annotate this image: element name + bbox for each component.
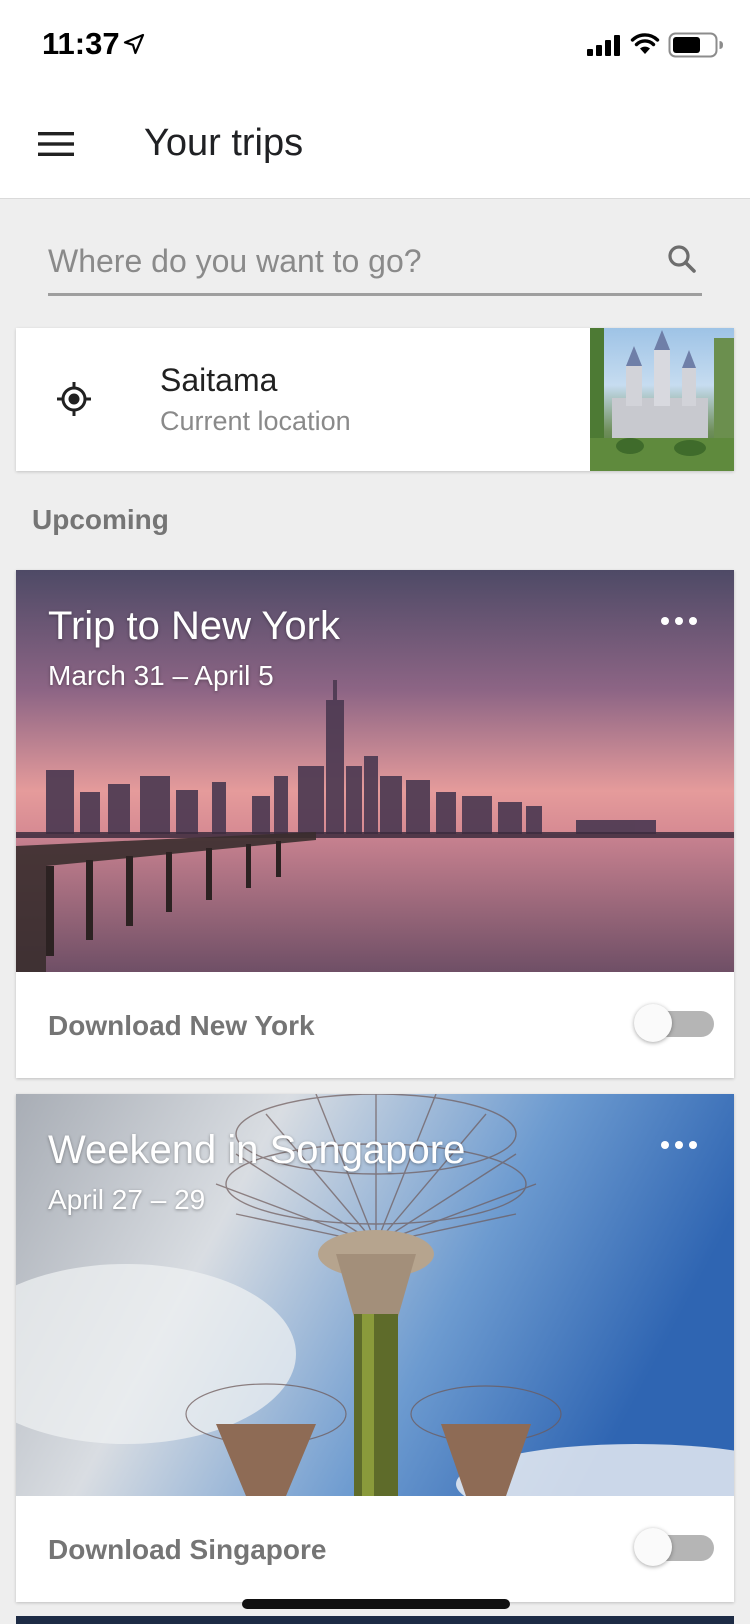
search-icon[interactable] bbox=[666, 243, 698, 275]
trip-image-singapore[interactable]: Weekend in Songapore April 27 – 29 bbox=[16, 1094, 734, 1496]
current-location-card[interactable]: Saitama Current location bbox=[16, 328, 734, 471]
search-input[interactable] bbox=[48, 236, 628, 286]
trip-dates: March 31 – April 5 bbox=[48, 660, 274, 691]
page-title: Your trips bbox=[144, 122, 304, 164]
download-toggle[interactable] bbox=[634, 1002, 714, 1044]
location-subtitle: Current location bbox=[160, 406, 351, 436]
battery-icon bbox=[668, 32, 723, 58]
trip-dates: April 27 – 29 bbox=[48, 1184, 206, 1215]
status-time: 11:37 bbox=[42, 26, 120, 61]
app-bar: Your trips bbox=[0, 92, 750, 199]
location-thumbnail bbox=[590, 328, 734, 471]
trip-image-new-york[interactable]: Trip to New York March 31 – April 5 bbox=[16, 570, 734, 972]
download-label: Download Singapore bbox=[48, 1534, 327, 1565]
next-trip-card-peek[interactable] bbox=[16, 1616, 734, 1624]
more-options-icon[interactable] bbox=[660, 1138, 698, 1152]
trip-title: Trip to New York bbox=[48, 604, 340, 648]
cellular-signal-icon bbox=[587, 35, 620, 56]
trip-card[interactable]: Trip to New York March 31 – April 5 Down… bbox=[16, 570, 734, 1078]
home-indicator bbox=[242, 1599, 510, 1609]
more-options-icon[interactable] bbox=[660, 614, 698, 628]
status-bar: 11:37 bbox=[0, 0, 750, 92]
download-toggle[interactable] bbox=[634, 1526, 714, 1568]
download-label: Download New York bbox=[48, 1010, 315, 1041]
location-arrow-icon bbox=[123, 33, 145, 55]
section-label-upcoming: Upcoming bbox=[32, 504, 169, 535]
target-icon bbox=[57, 382, 91, 416]
toggle-knob bbox=[634, 1004, 672, 1042]
hamburger-menu-icon[interactable] bbox=[38, 130, 74, 158]
trip-card[interactable]: Weekend in Songapore April 27 – 29 Downl… bbox=[16, 1094, 734, 1602]
toggle-knob bbox=[634, 1528, 672, 1566]
wifi-icon bbox=[630, 33, 660, 54]
trip-title: Weekend in Songapore bbox=[48, 1128, 466, 1172]
search-bar[interactable] bbox=[48, 228, 702, 296]
location-name: Saitama bbox=[160, 362, 278, 398]
